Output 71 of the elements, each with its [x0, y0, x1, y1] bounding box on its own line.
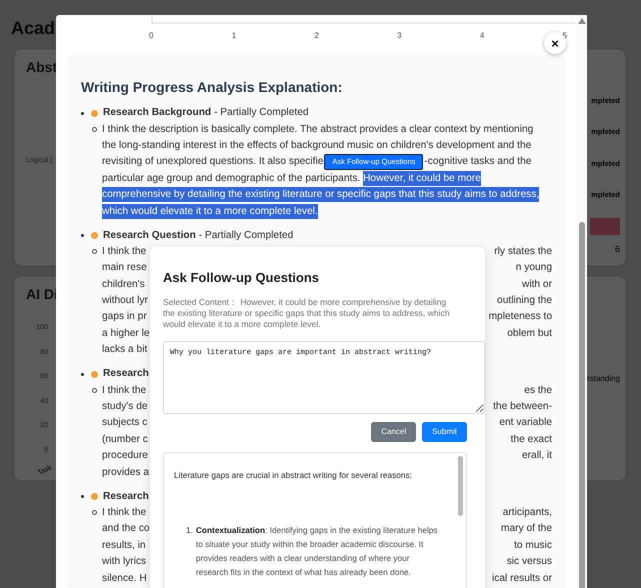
paragraph-text: articipants, — [502, 506, 552, 520]
paragraph-text: children's — [102, 278, 145, 292]
selected-content: Selected Content： However, it could be more comprehensive by detailing the existing literature or specific gaps that this study aims to address, which would elevate it to a more complete level. — [163, 297, 451, 330]
paragraph-text: mary of the — [501, 522, 552, 536]
paragraph-text: mpleteness to — [488, 310, 552, 324]
section-status: Research — [103, 490, 149, 504]
axis-tick-label: 3 — [397, 30, 402, 42]
answer-text: Literature gaps are crucial in abstract writing for several reasons: — [174, 469, 413, 481]
paragraph-text: a higher le — [102, 326, 150, 341]
cancel-button[interactable]: Cancel — [371, 422, 416, 442]
selected-text: which would elevate it to a more complete level. — [102, 204, 318, 219]
paragraph-text: -cognitive tasks and the — [424, 155, 532, 170]
selected-text: However, it could be more — [363, 170, 481, 186]
paragraph-text: ical results or — [492, 572, 552, 586]
paragraph-text: provides a — [102, 466, 150, 480]
paragraph-text: to music — [514, 538, 552, 553]
axis-tick-label: 4 — [480, 30, 484, 42]
section-status: Research Question - Partially Completed — [103, 228, 294, 243]
paragraph-text: es the — [524, 384, 552, 398]
paragraph-text: (number c — [102, 432, 148, 447]
page-title: Acad — [11, 17, 56, 40]
bullet-icon — [81, 234, 84, 237]
submit-button[interactable]: Submit — [422, 422, 467, 442]
chart-label: rstanding — [587, 373, 620, 385]
axis-tick-label: 2 — [314, 30, 319, 42]
paragraph-text: procedure — [102, 449, 148, 464]
paragraph-text: I think the — [102, 244, 146, 259]
section-status: Research Background - Partially Completed — [103, 106, 309, 120]
scroll-up-icon[interactable] — [578, 18, 586, 24]
card-title: Abst — [26, 58, 58, 77]
paragraph-text: study's de — [102, 400, 148, 414]
paragraph-text: with lyrics — [102, 555, 146, 570]
paragraph-text: main rese — [102, 261, 147, 276]
paragraph-text: ent variable — [499, 416, 552, 430]
axis-tick-label: 6 — [614, 243, 620, 256]
panel-heading: Writing Progress Analysis Explanation: — [81, 78, 344, 97]
paragraph-text: oblem but — [507, 326, 552, 341]
paragraph-text: lacks a bit — [102, 343, 148, 358]
paragraph-text: I think the description is basically complete. The abstract provides a clear context by mentioning — [102, 122, 534, 137]
scrollbar-thumb[interactable] — [458, 456, 463, 516]
paragraph-text: without lyr — [102, 294, 148, 308]
paragraph-text: with or — [522, 278, 552, 292]
paragraph-text: n young — [516, 261, 552, 276]
paragraph-text: revisiting of unexplored questions. It also specifie — [102, 155, 324, 170]
paragraph-text: gaps in pr — [102, 310, 147, 324]
scrollbar[interactable] — [577, 15, 587, 588]
section-status: Research — [103, 367, 149, 382]
paragraph-text: results, in — [102, 538, 146, 553]
paragraph-text: erall, it — [522, 449, 552, 464]
paragraph-text: the long-standing interest in the effects of background music on children's development and the — [102, 138, 532, 153]
paragraph-text: I think the — [102, 506, 146, 520]
bullet-icon — [81, 494, 84, 498]
dialog-title: Ask Follow-up Questions — [163, 269, 320, 287]
paragraph-text: silence. H — [102, 572, 147, 586]
axis-tick-label: 0 — [149, 30, 154, 42]
paragraph-text: sic versus — [506, 555, 552, 570]
bullet-icon — [81, 112, 84, 114]
paragraph-text: particular age group and demographic of the participants. — [102, 172, 362, 186]
paragraph-text: I think the — [102, 384, 146, 398]
paragraph-text: and the co — [102, 522, 150, 536]
paragraph-text: rly states the — [494, 244, 552, 259]
list-number: 1. — [186, 524, 193, 537]
paragraph-text: subjects c — [102, 416, 148, 430]
selected-text: comprehensive by detailing the existing literature or specific gaps that this study aims to address, — [102, 187, 540, 202]
paragraph-text: outlining the — [497, 294, 552, 308]
bullet-icon — [81, 372, 84, 376]
paragraph-text: the exact — [510, 432, 552, 447]
chart-bar — [590, 218, 620, 235]
paragraph-text: the between- — [493, 400, 552, 414]
axis-tick-label: 1 — [232, 30, 236, 42]
answer-point: Contextualization: Identifying gaps in the existing literature helps to situate your study within the broader academic discourse. It provides readers with a clear understanding of where your research fits in the context of what has already been done. — [196, 524, 439, 579]
